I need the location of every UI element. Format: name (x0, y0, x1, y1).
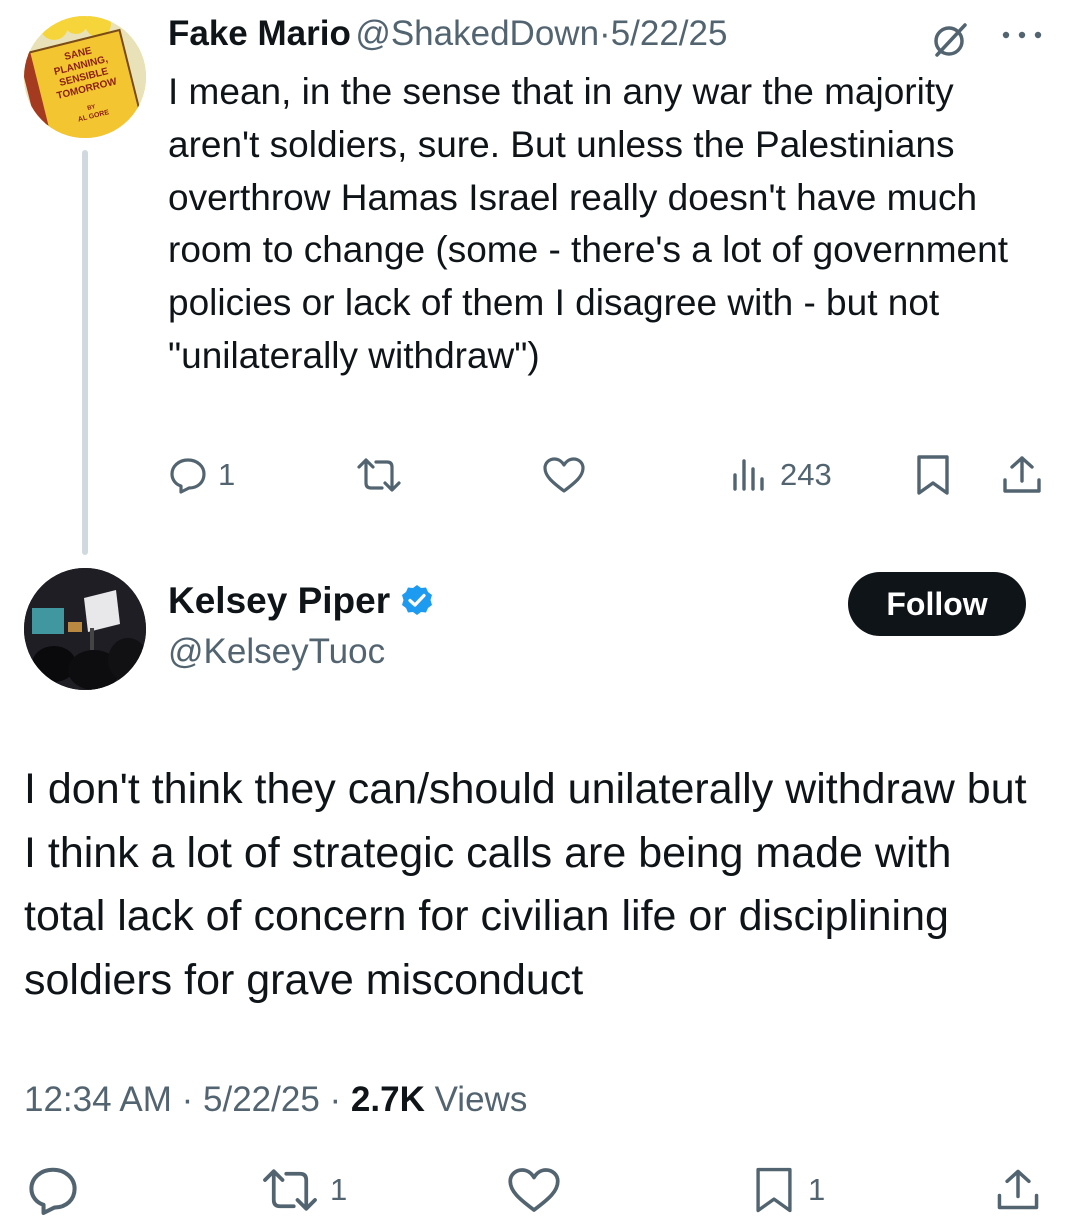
reply-author-handle[interactable]: @ShakedDown (355, 14, 599, 53)
meta-separator-2: · (329, 1080, 342, 1119)
main-action-retweet[interactable]: 1 (260, 1165, 347, 1215)
like-icon (542, 455, 586, 495)
main-tweet-views-label: Views (434, 1080, 528, 1119)
reply-date[interactable]: 5/22/25 (611, 14, 728, 53)
main-tweet-views-count: 2.7K (350, 1080, 425, 1119)
reply-tweet-text: I mean, in the sense that in any war the… (168, 71, 1008, 376)
main-retweet-count: 1 (330, 1172, 348, 1207)
reply-author-name[interactable]: Fake Mario (168, 14, 351, 53)
reply-action-bookmark[interactable] (914, 450, 952, 500)
main-bookmark-count: 1 (808, 1172, 826, 1207)
main-action-bookmark[interactable]: 1 (750, 1165, 825, 1215)
share-icon (994, 1165, 1042, 1215)
reply-count: 1 (218, 457, 236, 492)
main-author-name[interactable]: Kelsey Piper (168, 580, 390, 622)
main-action-like[interactable] (505, 1165, 563, 1215)
reply-separator: · (599, 14, 611, 53)
grok-icon[interactable] (930, 20, 970, 60)
reply-action-reply[interactable]: 1 (168, 450, 235, 500)
meta-separator-1: · (181, 1080, 194, 1119)
kelsey-piper-avatar[interactable] (24, 568, 146, 690)
main-tweet-meta: 12:34 AM · 5/22/25 · 2.7K Views (24, 1080, 527, 1120)
bookmark-icon (750, 1165, 798, 1215)
main-action-reply[interactable] (26, 1165, 80, 1215)
reply-icon (168, 455, 208, 495)
thread-line (82, 150, 88, 555)
reply-action-views[interactable]: 243 (730, 450, 832, 500)
verified-badge-icon[interactable] (400, 584, 434, 618)
reply-icon (26, 1163, 80, 1217)
main-tweet-time[interactable]: 12:34 AM (24, 1080, 172, 1119)
reply-action-retweet[interactable] (355, 450, 403, 500)
share-icon (1000, 453, 1044, 497)
more-icon[interactable] (1000, 27, 1044, 43)
main-tweet-text: I don't think they can/should unilateral… (24, 765, 1027, 1004)
main-action-share[interactable] (994, 1165, 1042, 1215)
reply-action-like[interactable] (542, 450, 586, 500)
reply-action-share[interactable] (1000, 450, 1044, 500)
bookmark-icon (914, 453, 952, 497)
reply-tweet-header: Fake Mario @ShakedDown·5/22/25 (168, 14, 727, 54)
views-count: 243 (780, 457, 832, 492)
follow-button[interactable]: Follow (848, 572, 1026, 636)
views-icon (730, 455, 770, 495)
main-author-name-row: Kelsey Piper (168, 580, 434, 622)
retweet-icon (260, 1165, 320, 1215)
retweet-icon (355, 455, 403, 495)
main-author-handle[interactable]: @KelseyTuoc (168, 632, 385, 672)
like-icon (505, 1165, 563, 1215)
fake-mario-avatar[interactable]: SANE PLANNING, SENSIBLE TOMORROW BY AL G… (24, 16, 146, 138)
main-tweet-date[interactable]: 5/22/25 (203, 1080, 320, 1119)
